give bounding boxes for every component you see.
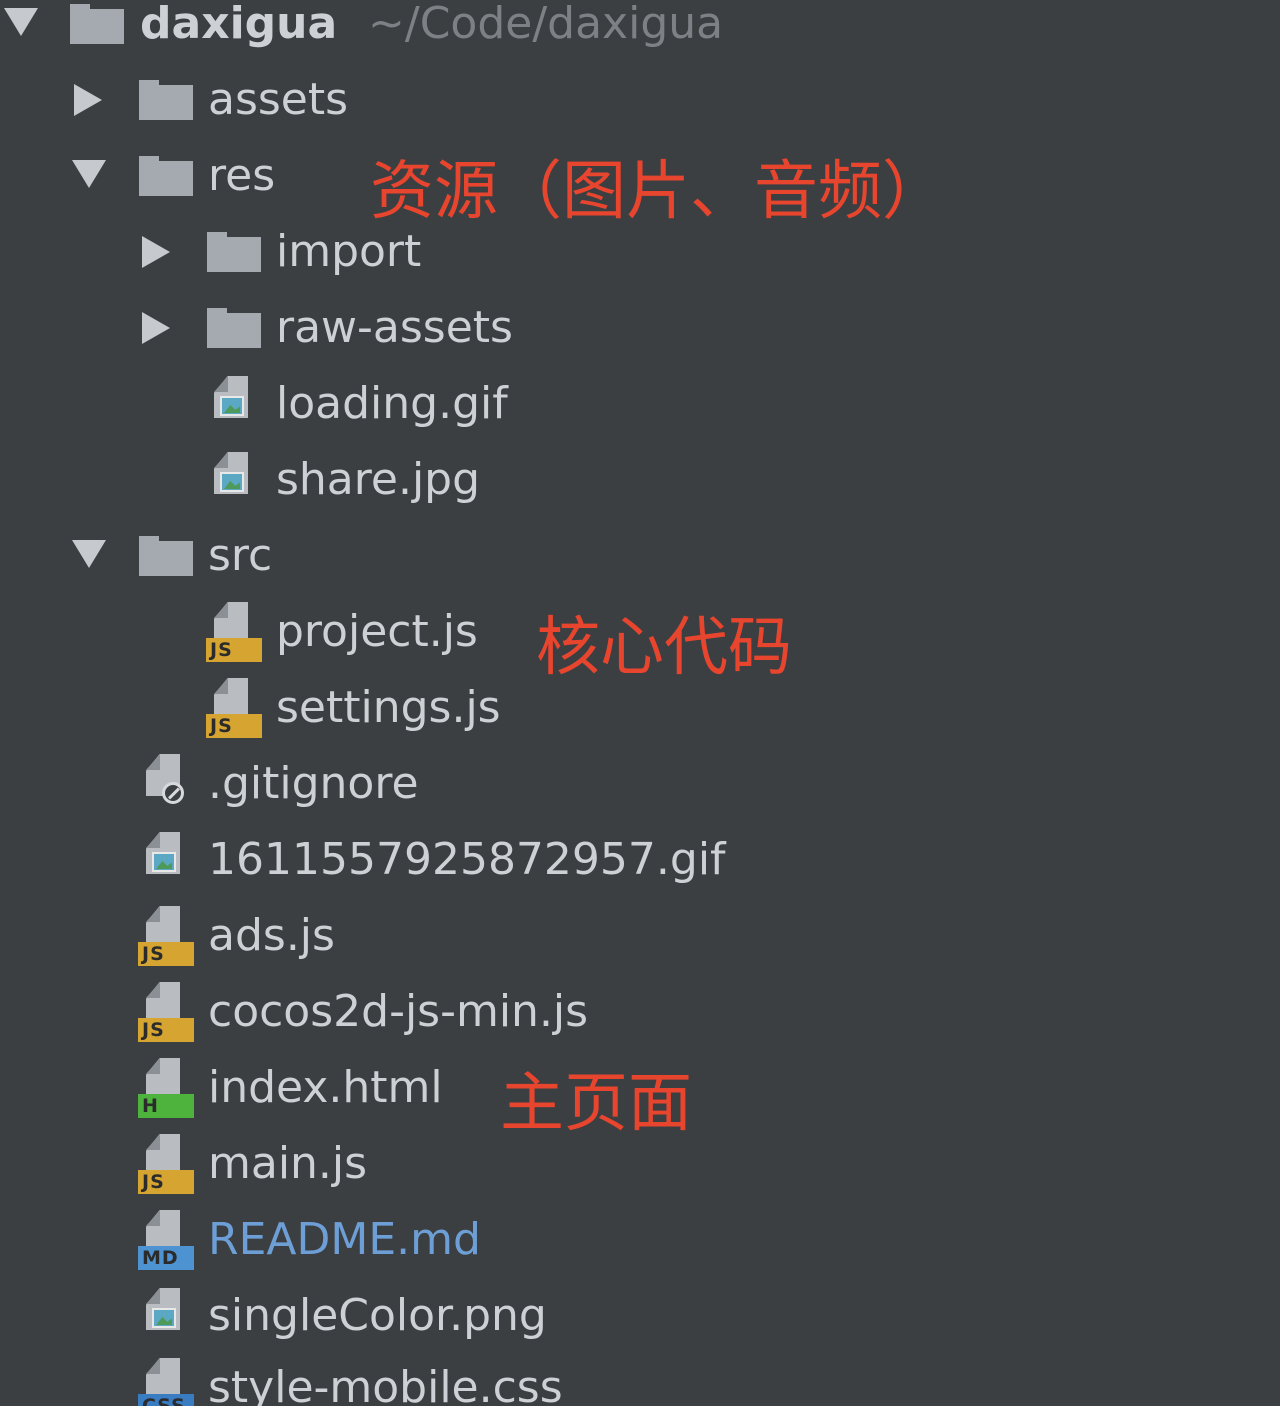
tree-item-loading-gif[interactable]: loading.gif xyxy=(0,366,1280,442)
folder-icon xyxy=(207,232,261,272)
expand-arrow-icon[interactable] xyxy=(72,160,106,188)
tree-item-label: src xyxy=(208,530,273,581)
image-file-icon xyxy=(206,450,264,514)
tree-item-main-js[interactable]: JS main.js xyxy=(0,1126,1280,1202)
tree-item-label: import xyxy=(276,226,422,277)
tree-item-label: res xyxy=(208,150,276,201)
tree-item-import[interactable]: import xyxy=(0,214,1280,290)
collapse-arrow-icon[interactable] xyxy=(74,84,102,116)
html-file-icon: H xyxy=(138,1056,196,1120)
js-file-icon: JS xyxy=(206,676,264,740)
collapse-arrow-icon[interactable] xyxy=(142,236,170,268)
tree-item-ads-js[interactable]: JS ads.js xyxy=(0,898,1280,974)
tree-item-assets[interactable]: assets xyxy=(0,62,1280,138)
root-folder-name: daxigua xyxy=(140,0,338,49)
tree-item-label: 1611557925872957.gif xyxy=(208,834,726,885)
markdown-file-icon: MD xyxy=(138,1208,196,1272)
image-file-icon xyxy=(138,1286,196,1350)
tree-item-style-mobile-css[interactable]: CSS style-mobile.css xyxy=(0,1350,1280,1406)
folder-icon xyxy=(70,4,124,44)
js-file-icon: JS xyxy=(138,1132,196,1196)
folder-icon xyxy=(139,80,193,120)
tree-item-label: index.html xyxy=(208,1062,443,1113)
tree-item-label: README.md xyxy=(208,1214,481,1265)
tree-item-cocos2d-js[interactable]: JS cocos2d-js-min.js xyxy=(0,974,1280,1050)
root-folder-path: ~/Code/daxigua xyxy=(368,0,724,49)
tree-root-row[interactable]: daxigua ~/Code/daxigua xyxy=(0,0,1280,62)
tree-item-label: style-mobile.css xyxy=(208,1362,563,1406)
folder-icon xyxy=(139,156,193,196)
tree-item-label: share.jpg xyxy=(276,454,481,505)
tree-item-label: loading.gif xyxy=(276,378,508,429)
tree-item-label: cocos2d-js-min.js xyxy=(208,986,589,1037)
tree-item-label: project.js xyxy=(276,606,478,657)
tree-item-share-jpg[interactable]: share.jpg xyxy=(0,442,1280,518)
collapse-arrow-icon[interactable] xyxy=(142,312,170,344)
tree-item-label: ads.js xyxy=(208,910,335,961)
expand-arrow-icon[interactable] xyxy=(4,8,38,36)
js-file-icon: JS xyxy=(206,600,264,664)
tree-item-src[interactable]: src xyxy=(0,518,1280,594)
project-file-tree: daxigua ~/Code/daxigua assets res 资源（图片、… xyxy=(0,0,1280,1406)
image-file-icon xyxy=(206,374,264,438)
tree-item-label: raw-assets xyxy=(276,302,513,353)
tree-item-settings-js[interactable]: JS settings.js xyxy=(0,670,1280,746)
image-file-icon xyxy=(138,830,196,894)
tree-item-singlecolor-png[interactable]: singleColor.png xyxy=(0,1278,1280,1354)
tree-item-label: main.js xyxy=(208,1138,368,1189)
js-file-icon: JS xyxy=(138,904,196,968)
folder-icon xyxy=(207,308,261,348)
expand-arrow-icon[interactable] xyxy=(72,540,106,568)
js-file-icon: JS xyxy=(138,980,196,1044)
tree-item-label: .gitignore xyxy=(208,758,419,809)
tree-item-label: settings.js xyxy=(276,682,501,733)
gitignore-file-icon xyxy=(138,752,196,816)
css-file-icon: CSS xyxy=(138,1356,196,1406)
tree-item-raw-assets[interactable]: raw-assets xyxy=(0,290,1280,366)
tree-item-readme-md[interactable]: MD README.md xyxy=(0,1202,1280,1278)
tree-item-gitignore[interactable]: .gitignore xyxy=(0,746,1280,822)
tree-item-gif[interactable]: 1611557925872957.gif xyxy=(0,822,1280,898)
folder-icon xyxy=(139,536,193,576)
tree-item-label: singleColor.png xyxy=(208,1290,547,1341)
tree-item-label: assets xyxy=(208,74,349,125)
